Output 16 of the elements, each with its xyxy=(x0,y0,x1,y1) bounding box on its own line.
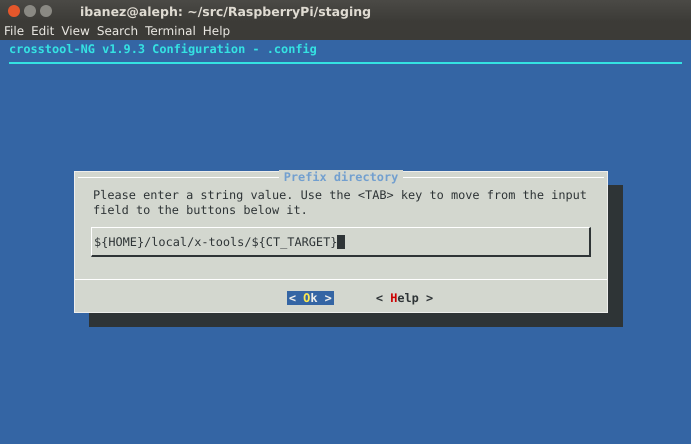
menu-item[interactable]: Help xyxy=(202,24,230,38)
maximize-icon[interactable] xyxy=(40,5,52,17)
dialog-title: Prefix directory xyxy=(278,170,404,185)
help-button[interactable]: < Help > xyxy=(374,291,436,305)
menu-item[interactable]: View xyxy=(61,24,90,38)
config-header: crosstool-NG v1.9.3 Configuration - .config xyxy=(8,41,318,57)
ok-button[interactable]: < Ok > xyxy=(286,291,334,305)
menu-item[interactable]: Terminal xyxy=(145,24,196,38)
menu-item[interactable]: File xyxy=(4,24,24,38)
menu-item[interactable]: Edit xyxy=(31,24,54,38)
input-field[interactable]: ${HOME}/local/x-tools/${CT_TARGET} xyxy=(91,227,591,257)
close-icon[interactable] xyxy=(8,5,20,17)
minimize-icon[interactable] xyxy=(24,5,36,17)
dialog-message: Please enter a string value. Use the <TAB> key to move from the input field to the buttons below it. xyxy=(92,188,588,218)
window-title: ibanez@aleph: ~/src/RaspberryPi/staging xyxy=(80,4,372,18)
menu-item[interactable]: Search xyxy=(96,24,138,38)
